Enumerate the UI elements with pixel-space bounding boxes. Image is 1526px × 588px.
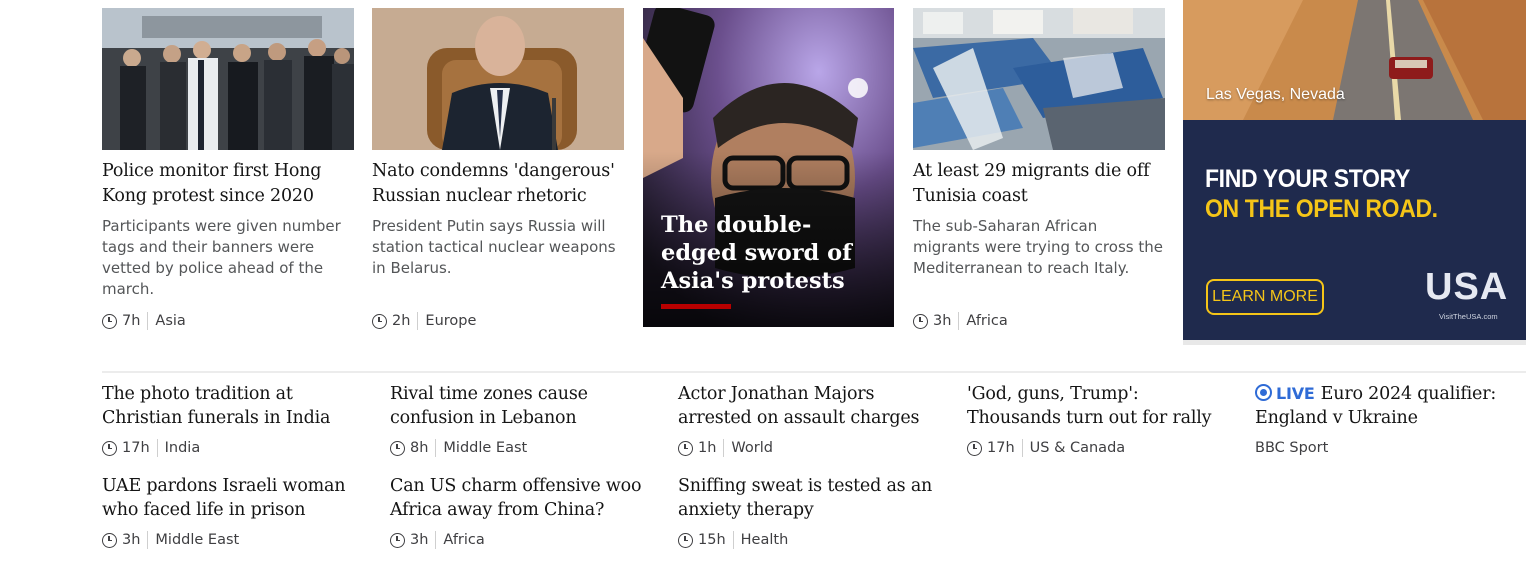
live-list-item[interactable]: LIVE Euro 2024 qualifier: England v Ukrai… xyxy=(1255,382,1520,458)
story-time: 3h xyxy=(122,532,141,548)
story-meta: BBC Sport xyxy=(1255,438,1520,458)
story-card-hong-kong[interactable]: Police monitor first Hong Kong protest s… xyxy=(102,8,354,330)
meta-divider xyxy=(417,312,419,330)
list-item-headline[interactable]: Sniffing sweat is tested as an anxiety t… xyxy=(678,474,938,522)
meta-divider xyxy=(958,312,960,330)
ad-location-label: Las Vegas, Nevada xyxy=(1206,86,1345,103)
story-headline[interactable]: Police monitor first Hong Kong protest s… xyxy=(102,159,354,209)
list-item[interactable]: Actor Jonathan Majors arrested on assaul… xyxy=(678,382,938,458)
ad-headline-line1: FIND YOUR STORY xyxy=(1205,165,1410,193)
story-time: 17h xyxy=(122,440,150,456)
advertisement-visit-usa[interactable]: Las Vegas, Nevada FIND YOUR STORY ON THE… xyxy=(1183,0,1526,345)
live-label: LIVE xyxy=(1276,384,1315,403)
list-item-headline[interactable]: 'God, guns, Trump': Thousands turn out f… xyxy=(967,382,1227,430)
story-card-tunisia[interactable]: At least 29 migrants die off Tunisia coa… xyxy=(913,8,1165,330)
ad-headline-line2: ON THE OPEN ROAD. xyxy=(1205,195,1438,223)
clock-icon xyxy=(390,532,405,548)
story-meta: 3h Middle East xyxy=(102,530,362,550)
clock-icon xyxy=(102,313,117,329)
story-meta: 8h Middle East xyxy=(390,438,650,458)
meta-divider xyxy=(435,439,437,457)
feature-headline[interactable]: The double-edged sword of Asia's protest… xyxy=(661,211,881,295)
visit-usa-logo: USA xyxy=(1425,266,1509,308)
story-source-link[interactable]: BBC Sport xyxy=(1255,440,1328,456)
meta-divider xyxy=(1021,439,1023,457)
story-section-link[interactable]: Europe xyxy=(425,313,476,329)
story-section-link[interactable]: Middle East xyxy=(443,440,527,456)
list-item[interactable]: Sniffing sweat is tested as an anxiety t… xyxy=(678,474,938,550)
ad-learn-more-button[interactable]: LEARN MORE xyxy=(1206,279,1324,315)
live-indicator-icon xyxy=(1255,384,1272,401)
story-time: 7h xyxy=(122,313,141,329)
story-section-link[interactable]: Middle East xyxy=(155,532,239,548)
story-section-link[interactable]: India xyxy=(165,440,201,456)
story-section-link[interactable]: Africa xyxy=(443,532,484,548)
story-meta: 17h US & Canada xyxy=(967,438,1227,458)
story-card-nato[interactable]: Nato condemns 'dangerous' Russian nuclea… xyxy=(372,8,624,330)
story-meta: 3h Africa xyxy=(913,311,1008,331)
list-item[interactable]: Can US charm offensive woo Africa away f… xyxy=(390,474,650,550)
list-item[interactable]: 'God, guns, Trump': Thousands turn out f… xyxy=(967,382,1227,458)
ad-url: VisitTheUSA.com xyxy=(1439,312,1498,321)
story-time: 2h xyxy=(392,313,411,329)
story-image-putin[interactable] xyxy=(372,8,624,150)
list-item[interactable]: UAE pardons Israeli woman who faced life… xyxy=(102,474,362,550)
clock-icon xyxy=(372,313,387,329)
list-item-headline[interactable]: Can US charm offensive woo Africa away f… xyxy=(390,474,650,522)
clock-icon xyxy=(678,532,693,548)
list-item-headline[interactable]: The photo tradition at Christian funeral… xyxy=(102,382,362,430)
story-summary: Participants were given number tags and … xyxy=(102,217,341,298)
clock-icon xyxy=(678,440,693,456)
live-item-headline-row[interactable]: LIVE Euro 2024 qualifier: England v Ukrai… xyxy=(1255,382,1520,430)
story-time: 3h xyxy=(410,532,429,548)
meta-divider xyxy=(723,439,725,457)
clock-icon xyxy=(913,313,928,329)
story-summary: The sub-Saharan African migrants were tr… xyxy=(913,217,1163,277)
story-time: 1h xyxy=(698,440,717,456)
story-time: 3h xyxy=(933,313,952,329)
story-section-link[interactable]: Health xyxy=(741,532,789,548)
meta-divider xyxy=(435,531,437,549)
clock-icon xyxy=(102,532,117,548)
story-time: 8h xyxy=(410,440,429,456)
story-image-hong-kong-protest[interactable] xyxy=(102,8,354,150)
meta-divider xyxy=(156,439,158,457)
story-section-link[interactable]: Africa xyxy=(966,313,1007,329)
story-time: 17h xyxy=(987,440,1015,456)
meta-divider xyxy=(732,531,734,549)
list-item-headline[interactable]: Rival time zones cause confusion in Leba… xyxy=(390,382,650,430)
list-item-headline[interactable]: UAE pardons Israeli woman who faced life… xyxy=(102,474,362,522)
meta-divider xyxy=(147,531,149,549)
list-item-headline[interactable]: Actor Jonathan Majors arrested on assaul… xyxy=(678,382,938,430)
story-headline[interactable]: Nato condemns 'dangerous' Russian nuclea… xyxy=(372,159,624,209)
clock-icon xyxy=(390,440,405,456)
story-meta: 1h World xyxy=(678,438,938,458)
feature-story-asia-protests[interactable]: The double-edged sword of Asia's protest… xyxy=(643,8,894,327)
story-section-link[interactable]: Asia xyxy=(155,313,185,329)
story-meta: 7h Asia xyxy=(102,311,186,331)
clock-icon xyxy=(102,440,117,456)
story-headline[interactable]: At least 29 migrants die off Tunisia coa… xyxy=(913,159,1165,209)
feature-accent-bar xyxy=(661,304,731,309)
section-divider xyxy=(102,371,1526,373)
story-section-link[interactable]: World xyxy=(731,440,773,456)
clock-icon xyxy=(967,440,982,456)
story-section-link[interactable]: US & Canada xyxy=(1030,440,1126,456)
story-meta: 3h Africa xyxy=(390,530,650,550)
story-meta: 17h India xyxy=(102,438,362,458)
list-item[interactable]: Rival time zones cause confusion in Leba… xyxy=(390,382,650,458)
list-item[interactable]: The photo tradition at Christian funeral… xyxy=(102,382,362,458)
story-time: 15h xyxy=(698,532,726,548)
story-image-boats[interactable] xyxy=(913,8,1165,150)
story-summary: President Putin says Russia will station… xyxy=(372,217,616,277)
story-meta: 15h Health xyxy=(678,530,938,550)
story-meta: 2h Europe xyxy=(372,311,476,331)
meta-divider xyxy=(147,312,149,330)
